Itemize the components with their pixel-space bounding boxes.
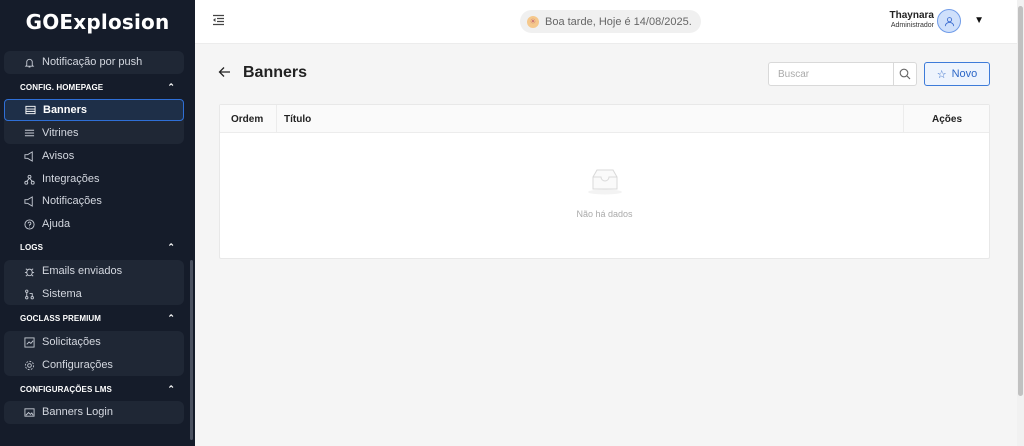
sidebar-item-vitrines[interactable]: Vitrines: [4, 122, 184, 144]
arrow-left-icon[interactable]: [218, 65, 231, 81]
sidebar-item-label: Notificação por push: [42, 56, 143, 68]
user-icon: [944, 16, 954, 26]
chevron-up-icon: ⌃: [167, 312, 175, 323]
page-title: Banners: [243, 64, 308, 81]
sidebar-item-avisos[interactable]: Avisos: [4, 145, 184, 167]
section-title: CONFIGURAÇÕES LMS: [20, 384, 112, 394]
help-icon: [23, 218, 35, 230]
logo-go: GO: [25, 10, 60, 34]
banners-table: Ordem Título Ações Não há dados: [219, 104, 990, 259]
image-icon: [23, 406, 35, 418]
new-button[interactable]: ☆ Novo: [924, 62, 990, 86]
user-info[interactable]: Thaynara Administrador: [890, 10, 934, 29]
showcase-icon: [23, 127, 35, 139]
sidebar-item-banners-login[interactable]: Banners Login: [4, 401, 184, 423]
page-scrollbar[interactable]: [1017, 0, 1024, 446]
table-header: Ordem Título Ações: [220, 105, 989, 133]
sidebar-item-label: Configurações: [42, 359, 113, 371]
logo-text: Explosion: [59, 10, 170, 34]
sidebar-item-label: Ajuda: [42, 218, 71, 230]
search-box: [768, 62, 917, 86]
section-title: GOCLASS PREMIUM: [20, 313, 102, 323]
bug-icon: [23, 265, 35, 277]
sidebar-item-push[interactable]: Notificação por push: [4, 51, 184, 73]
column-divider: [903, 105, 904, 133]
sidebar-item-label: Vitrines: [42, 127, 79, 139]
empty-inbox-icon: [586, 167, 624, 195]
sidebar-item-label: Integrações: [42, 173, 100, 185]
chart-icon: [23, 336, 35, 348]
search-button[interactable]: [893, 63, 916, 85]
chevron-up-icon: ⌃: [167, 241, 175, 252]
star-icon: ☆: [936, 68, 947, 81]
sidebar-item-banners[interactable]: Banners: [4, 99, 184, 121]
column-acoes[interactable]: Ações: [932, 105, 962, 133]
sidebar-item-label: Avisos: [42, 150, 75, 162]
banner-list-icon: [24, 104, 36, 116]
integration-icon: [23, 173, 35, 185]
sidebar-item-label: Notificações: [42, 195, 102, 207]
sidebar-item-solicitacoes[interactable]: Solicitações: [4, 331, 184, 353]
app-logo[interactable]: GO Explosion: [0, 0, 195, 44]
sidebar-item-label: Banners: [43, 104, 88, 116]
sidebar-item-label: Sistema: [42, 288, 82, 300]
section-homepage[interactable]: CONFIG. HOMEPAGE ⌃: [20, 80, 175, 94]
section-goclass[interactable]: GOCLASS PREMIUM ⌃: [20, 311, 175, 325]
sidebar-item-sistema[interactable]: Sistema: [4, 283, 184, 305]
user-name: Thaynara: [889, 10, 934, 21]
caret-down-icon[interactable]: ▼: [974, 15, 984, 26]
greeting-text: Boa tarde, Hoje é 14/08/2025.: [545, 15, 692, 28]
menu-fold-icon[interactable]: [212, 14, 226, 28]
sidebar-item-label: Banners Login: [42, 406, 113, 418]
sidebar-item-notificacoes[interactable]: Notificações: [4, 190, 184, 212]
empty-text: Não há dados: [576, 209, 633, 219]
search-input[interactable]: [769, 63, 893, 85]
column-ordem[interactable]: Ordem: [231, 105, 263, 133]
chevron-up-icon: ⌃: [167, 383, 175, 394]
bell-icon: [23, 56, 35, 68]
section-title: LOGS: [20, 242, 44, 252]
greeting-badge: ☀ Boa tarde, Hoje é 14/08/2025.: [520, 10, 701, 33]
column-titulo[interactable]: Título: [284, 105, 311, 133]
sun-icon: ☀: [527, 15, 539, 28]
notification-icon: [23, 195, 35, 207]
chevron-up-icon: ⌃: [167, 81, 175, 92]
sidebar-item-label: Emails enviados: [42, 265, 123, 277]
section-lms[interactable]: CONFIGURAÇÕES LMS ⌃: [20, 382, 175, 396]
sidebar-item-label: Solicitações: [42, 336, 101, 348]
top-header: ☀ Boa tarde, Hoje é 14/08/2025. Thaynara…: [195, 0, 1017, 44]
search-icon: [899, 68, 911, 80]
sidebar-item-ajuda[interactable]: Ajuda: [4, 213, 184, 235]
section-title: CONFIG. HOMEPAGE: [20, 82, 104, 92]
sidebar-item-integracoes[interactable]: Integrações: [4, 168, 184, 190]
sidebar-item-configuracoes[interactable]: Configurações: [4, 354, 184, 376]
column-divider: [276, 105, 277, 133]
new-button-label: Novo: [951, 68, 978, 80]
sidebar-item-emails[interactable]: Emails enviados: [4, 260, 184, 282]
section-logs[interactable]: LOGS ⌃: [20, 240, 175, 254]
sidebar: GO Explosion Notificação por push CONFIG.…: [0, 0, 195, 446]
git-branch-icon: [23, 288, 35, 300]
gear-icon: [23, 359, 35, 371]
empty-state: Não há dados: [220, 167, 989, 219]
page-scrollbar-thumb[interactable]: [1018, 6, 1023, 396]
avatar[interactable]: [937, 9, 961, 33]
user-role: Administrador: [890, 22, 934, 29]
megaphone-icon: [23, 150, 35, 162]
sidebar-scrollbar[interactable]: [190, 260, 193, 440]
